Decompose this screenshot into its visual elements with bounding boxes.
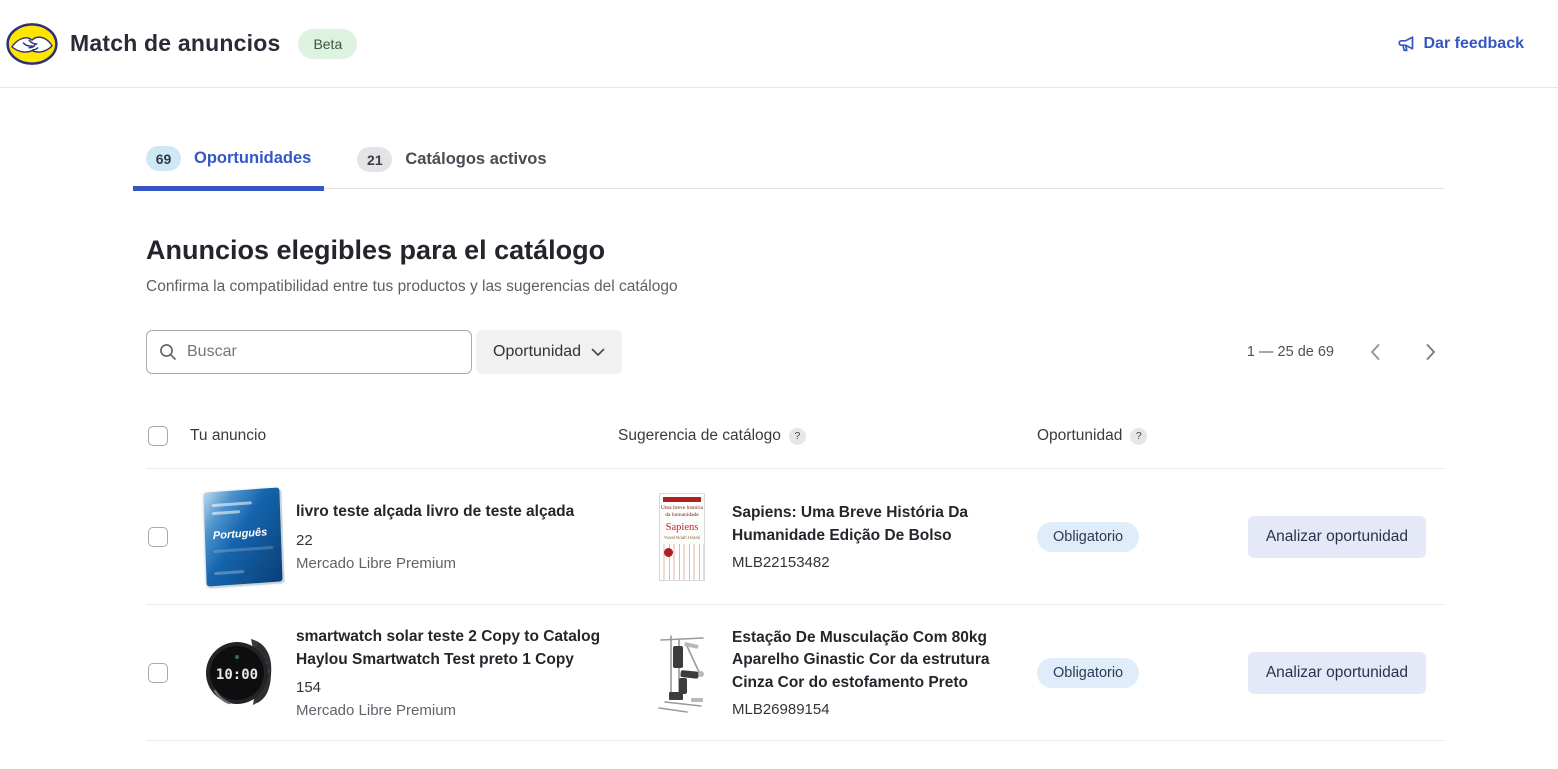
table-row: Português livro teste alçada livro de te… xyxy=(146,469,1444,605)
search-box[interactable] xyxy=(146,330,472,374)
feedback-label: Dar feedback xyxy=(1424,35,1525,53)
listing-type: Mercado Libre Premium xyxy=(296,555,632,572)
chevron-right-icon xyxy=(1423,343,1438,361)
analyze-opportunity-button[interactable]: Analizar oportunidad xyxy=(1248,652,1426,694)
page-title: Anuncios elegibles para el catálogo xyxy=(146,235,1444,266)
listing-title: livro teste alçada livro de teste alçada xyxy=(296,501,632,523)
tab-bar: 69 Oportunidades 21 Catálogos activos xyxy=(133,146,1444,189)
table-header: Tu anuncio Sugerencia de catálogo ? Opor… xyxy=(146,426,1444,469)
filter-label: Oportunidad xyxy=(493,343,581,361)
chevron-left-icon xyxy=(1368,343,1383,361)
analyze-opportunity-button[interactable]: Analizar oportunidad xyxy=(1248,516,1426,558)
listing-type: Mercado Libre Premium xyxy=(296,702,632,719)
search-icon xyxy=(159,343,177,361)
suggestion-image xyxy=(632,632,732,714)
tab-catalogos-activos[interactable]: 21 Catálogos activos xyxy=(344,146,559,188)
listing-quantity: 22 xyxy=(296,532,632,549)
listing-image: Português xyxy=(190,490,296,584)
app-title: Match de anuncios xyxy=(70,30,280,57)
pagination-range: 1 — 25 de 69 xyxy=(1247,344,1334,360)
megaphone-icon xyxy=(1396,34,1416,54)
svg-text:10:00: 10:00 xyxy=(216,667,258,683)
tab-oportunidades[interactable]: 69 Oportunidades xyxy=(133,146,324,191)
listing-info: livro teste alçada livro de teste alçada… xyxy=(296,501,632,571)
gym-station-image xyxy=(657,632,707,714)
feedback-link[interactable]: Dar feedback xyxy=(1396,34,1525,54)
app-header: Match de anuncios Beta Dar feedback xyxy=(0,0,1558,88)
suggestion-info: Sapiens: Uma Breve História Da Humanidad… xyxy=(732,502,1037,571)
prev-page-button[interactable] xyxy=(1362,337,1389,367)
suggestion-code: MLB22153482 xyxy=(732,554,1037,571)
help-icon[interactable]: ? xyxy=(1130,428,1147,445)
column-header-catalog-suggestion: Sugerencia de catálogo ? xyxy=(618,427,1037,445)
column-header-opportunity: Oportunidad ? xyxy=(1037,427,1203,445)
book-product-image: Português xyxy=(203,487,282,586)
search-input[interactable] xyxy=(187,343,459,361)
tab-count-badge: 21 xyxy=(357,147,392,172)
chevron-down-icon xyxy=(591,348,605,357)
sapiens-cover-image: Uma breve história da humanidade Sapiens… xyxy=(659,493,705,581)
tab-label: Catálogos activos xyxy=(405,150,546,169)
tab-count-badge: 69 xyxy=(146,146,181,171)
listing-title: smartwatch solar teste 2 Copy to Catalog… xyxy=(296,626,632,671)
suggestion-title: Estação De Musculação Com 80kg Aparelho … xyxy=(732,627,1037,694)
pagination: 1 — 25 de 69 xyxy=(1247,337,1444,367)
smartwatch-product-image: 10:00 xyxy=(203,633,283,713)
suggestion-code: MLB26989154 xyxy=(732,701,1037,718)
listing-quantity: 154 xyxy=(296,679,632,696)
opportunity-cell: Obligatorio xyxy=(1037,658,1203,688)
next-page-button[interactable] xyxy=(1417,337,1444,367)
page-subtitle: Confirma la compatibilidad entre tus pro… xyxy=(146,278,1444,296)
suggestion-image: Uma breve história da humanidade Sapiens… xyxy=(632,493,732,581)
select-all-checkbox[interactable] xyxy=(148,426,168,446)
suggestion-title: Sapiens: Uma Breve História Da Humanidad… xyxy=(732,502,1037,547)
opportunity-badge: Obligatorio xyxy=(1037,658,1139,688)
tab-label: Oportunidades xyxy=(194,149,311,168)
opportunity-cell: Obligatorio xyxy=(1037,522,1203,552)
opportunity-badge: Obligatorio xyxy=(1037,522,1139,552)
beta-badge: Beta xyxy=(298,29,357,59)
suggestion-info: Estação De Musculação Com 80kg Aparelho … xyxy=(732,627,1037,718)
mercadolibre-logo-icon xyxy=(6,22,58,66)
table-row: 10:00 smartwatch solar teste 2 Copy to C… xyxy=(146,605,1444,741)
listing-image: 10:00 xyxy=(190,633,296,713)
opportunity-filter-dropdown[interactable]: Oportunidad xyxy=(476,330,622,374)
row-checkbox[interactable] xyxy=(148,527,168,547)
controls-row: Oportunidad 1 — 25 de 69 xyxy=(146,330,1444,374)
listing-info: smartwatch solar teste 2 Copy to Catalog… xyxy=(296,626,632,719)
column-header-your-listing: Tu anuncio xyxy=(190,427,632,445)
row-checkbox[interactable] xyxy=(148,663,168,683)
help-icon[interactable]: ? xyxy=(789,428,806,445)
